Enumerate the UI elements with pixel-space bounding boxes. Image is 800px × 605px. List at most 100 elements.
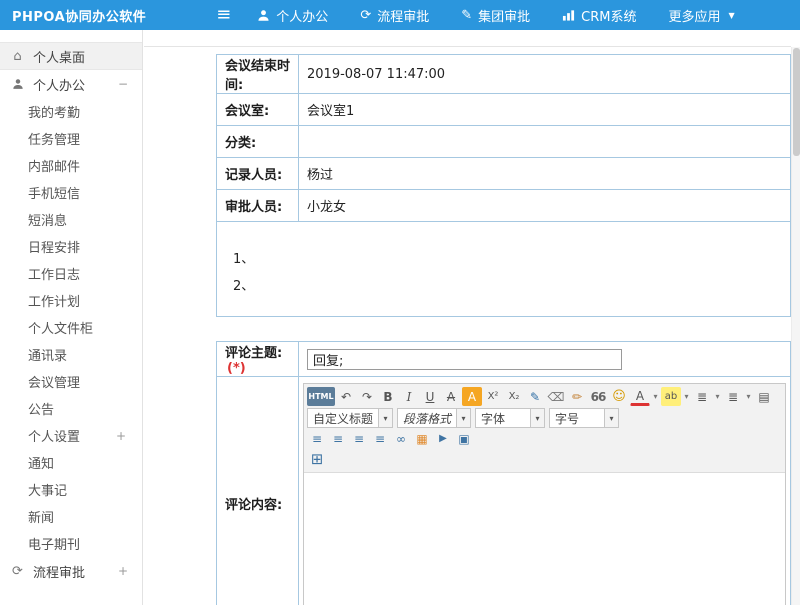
- editor-content-area[interactable]: [304, 473, 785, 605]
- ordered-list-button[interactable]: ≣: [692, 387, 712, 406]
- sidebar-personal-items: 我的考勤 任务管理 内部邮件 手机短信 短消息 日程安排 工作日志 工作计划 个…: [0, 98, 142, 557]
- scrollbar-thumb[interactable]: [793, 48, 800, 156]
- sidebar-item-schedule[interactable]: 日程安排: [0, 233, 142, 260]
- font-size-select[interactable]: 字号 ▾: [549, 408, 619, 428]
- ordered-list-caret[interactable]: ▾: [713, 387, 722, 406]
- sidebar-item-label: 会议管理: [28, 372, 80, 391]
- sidebar-item-label: 新闻: [28, 507, 54, 526]
- eraser-button[interactable]: ⌫: [546, 387, 566, 406]
- nav-more-apps[interactable]: 更多应用 ▼: [668, 6, 734, 25]
- nav-flow-approval[interactable]: ⟳ 流程审批: [360, 6, 429, 25]
- bar-chart-icon: [562, 9, 575, 21]
- sidebar-item-contacts[interactable]: 通讯录: [0, 341, 142, 368]
- sidebar-item-news[interactable]: 新闻: [0, 503, 142, 530]
- comment-form-table: 评论主题:(*) 评论内容: HTML↶↷BIUAAX²X₂✎⌫✏: [216, 341, 791, 605]
- sidebar-item-mail[interactable]: 内部邮件: [0, 152, 142, 179]
- sidebar-item-filecabinet[interactable]: 个人文件柜: [0, 314, 142, 341]
- nav-label: 更多应用: [668, 6, 720, 25]
- html-source-button[interactable]: HTML: [307, 387, 335, 406]
- italic-button[interactable]: I: [399, 387, 419, 406]
- field-label: 会议结束时间:: [217, 55, 299, 94]
- sidebar-item-label: 工作日志: [28, 264, 80, 283]
- emoticon-button[interactable]: ☺: [609, 387, 629, 406]
- chevron-down-icon[interactable]: ▾: [456, 409, 470, 427]
- sidebar-item-meetings[interactable]: 会议管理: [0, 368, 142, 395]
- sidebar-item-announce[interactable]: 公告: [0, 395, 142, 422]
- collapse-icon[interactable]: −: [118, 77, 142, 91]
- select-value: 段落格式: [398, 410, 456, 427]
- heading-select[interactable]: 自定义标题 ▾: [307, 408, 393, 428]
- sidebar-item-label: 公告: [28, 399, 54, 418]
- paragraph-select[interactable]: 段落格式 ▾: [397, 408, 471, 428]
- unordered-list-caret[interactable]: ▾: [744, 387, 753, 406]
- nav-label: 集团审批: [478, 6, 530, 25]
- font-family-select[interactable]: 字体 ▾: [475, 408, 545, 428]
- chevron-down-icon[interactable]: ▾: [604, 409, 618, 427]
- font-bg-button[interactable]: A: [462, 387, 482, 406]
- comment-subject-label: 评论主题:(*): [217, 342, 299, 377]
- underline-button[interactable]: U: [420, 387, 440, 406]
- blockquote-button[interactable]: 66: [588, 387, 608, 406]
- sidebar-section-flow-approval[interactable]: ⟳ 流程审批 +: [0, 557, 142, 585]
- paste-button[interactable]: ▤: [754, 387, 774, 406]
- table-button[interactable]: ⊞: [307, 450, 327, 469]
- sidebar-item-label: 日程安排: [28, 237, 80, 256]
- nav-personal-office[interactable]: 个人办公: [257, 6, 328, 25]
- hamburger-menu-icon[interactable]: ≡: [216, 6, 231, 24]
- sidebar-item-settings[interactable]: 个人设置 +: [0, 422, 142, 449]
- superscript-button[interactable]: X²: [483, 387, 503, 406]
- font-color-caret[interactable]: ▾: [651, 387, 660, 406]
- save-button[interactable]: ▣: [454, 429, 474, 448]
- comment-subject-input[interactable]: [307, 349, 622, 370]
- expand-icon[interactable]: +: [118, 564, 142, 578]
- required-mark: (*): [227, 361, 246, 376]
- table-row: 1、2、: [217, 222, 791, 317]
- sidebar-item-label: 电子期刊: [28, 534, 80, 553]
- align-justify-button[interactable]: ≡: [370, 429, 390, 448]
- sidebar-item-sms[interactable]: 手机短信: [0, 179, 142, 206]
- sidebar-item-attendance[interactable]: 我的考勤: [0, 98, 142, 125]
- format-brush-button[interactable]: ✎: [525, 387, 545, 406]
- align-center-button[interactable]: ≡: [328, 429, 348, 448]
- sidebar-item-desktop[interactable]: ⌂ 个人桌面: [0, 42, 142, 70]
- bold-button[interactable]: B: [378, 387, 398, 406]
- pen-button[interactable]: ✏: [567, 387, 587, 406]
- nav-group-approval[interactable]: ✎ 集团审批: [461, 6, 530, 25]
- sidebar-item-notice[interactable]: 通知: [0, 449, 142, 476]
- unordered-list-button[interactable]: ≣: [723, 387, 743, 406]
- align-right-button[interactable]: ≡: [349, 429, 369, 448]
- chevron-down-icon[interactable]: ▾: [378, 409, 392, 427]
- chevron-down-icon[interactable]: ▾: [530, 409, 544, 427]
- sidebar-item-worklog[interactable]: 工作日志: [0, 260, 142, 287]
- font-color-button[interactable]: A: [630, 388, 650, 406]
- redo-button[interactable]: ↷: [357, 387, 377, 406]
- undo-button[interactable]: ↶: [336, 387, 356, 406]
- meeting-form-table: 会议结束时间: 2019-08-07 11:47:00 会议室: 会议室1 分类…: [216, 54, 791, 317]
- align-left-button[interactable]: ≡: [307, 429, 327, 448]
- home-icon: ⌂: [10, 49, 25, 64]
- highlight-button[interactable]: ab: [661, 387, 681, 406]
- sidebar-item-label: 内部邮件: [28, 156, 80, 175]
- sidebar-item-messages[interactable]: 短消息: [0, 206, 142, 233]
- link-button[interactable]: ∞: [391, 429, 411, 448]
- sidebar: ⌂ 个人桌面 个人办公 − 我的考勤 任务管理 内部邮件 手机短信 短消息 日程…: [0, 30, 143, 605]
- table-row: 分类:: [217, 126, 791, 158]
- sidebar-item-label: 工作计划: [28, 291, 80, 310]
- sidebar-item-journal[interactable]: 电子期刊: [0, 530, 142, 557]
- nav-crm[interactable]: CRM系统: [562, 6, 636, 25]
- sidebar-item-tasks[interactable]: 任务管理: [0, 125, 142, 152]
- sidebar-item-label: 手机短信: [28, 183, 80, 202]
- highlight-caret[interactable]: ▾: [682, 387, 691, 406]
- sidebar-item-workplan[interactable]: 工作计划: [0, 287, 142, 314]
- image-button[interactable]: ▦: [412, 429, 432, 448]
- select-value: 字号: [550, 410, 604, 427]
- media-button[interactable]: ▶: [433, 429, 453, 448]
- meeting-content-cell: 1、2、: [217, 222, 791, 317]
- strikethrough-button[interactable]: A: [441, 387, 461, 406]
- expand-icon[interactable]: +: [116, 429, 142, 443]
- table-row: 评论内容: HTML↶↷BIUAAX²X₂✎⌫✏66☺A▾ab▾≣▾≣▾▤: [217, 377, 791, 605]
- sidebar-section-personal-office[interactable]: 个人办公 −: [0, 70, 142, 98]
- sidebar-item-events[interactable]: 大事记: [0, 476, 142, 503]
- vertical-scrollbar[interactable]: [791, 47, 800, 605]
- subscript-button[interactable]: X₂: [504, 387, 524, 406]
